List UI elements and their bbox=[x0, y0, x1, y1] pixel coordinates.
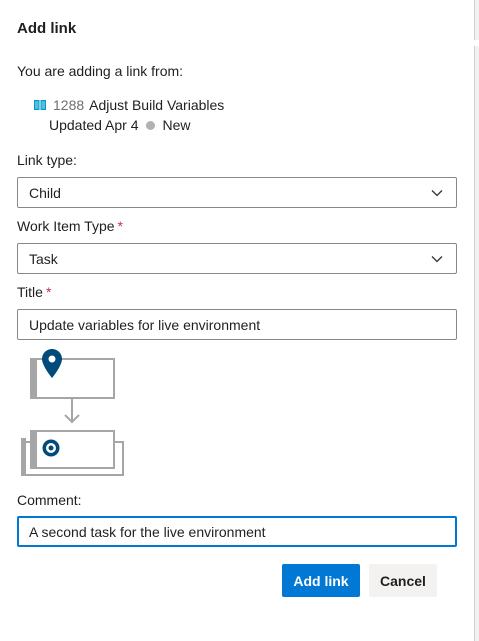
updated-date: Updated Apr 4 bbox=[49, 117, 139, 133]
comment-label: Comment: bbox=[17, 492, 82, 508]
title-input-value: Update variables for live environment bbox=[29, 316, 261, 333]
work-item-id: 1288 bbox=[53, 97, 85, 113]
source-work-item[interactable]: 1288 Adjust Build Variables bbox=[33, 97, 224, 113]
required-marker: * bbox=[45, 284, 52, 300]
link-type-value: Child bbox=[29, 184, 61, 201]
work-item-type-dropdown[interactable]: Task bbox=[17, 243, 457, 274]
add-link-button[interactable]: Add link bbox=[282, 564, 360, 597]
title-input[interactable]: Update variables for live environment bbox=[17, 309, 457, 340]
state-indicator-icon bbox=[145, 120, 155, 130]
cancel-button[interactable]: Cancel bbox=[369, 564, 437, 597]
scrollbar-track[interactable] bbox=[474, 0, 479, 641]
dialog-title: Add link bbox=[17, 20, 77, 37]
scrollbar-gap bbox=[474, 40, 479, 46]
link-type-label: Link type: bbox=[17, 152, 77, 168]
chevron-down-icon bbox=[431, 190, 443, 197]
work-item-state: New bbox=[162, 117, 191, 133]
source-work-item-meta: Updated Apr 4 New bbox=[49, 117, 191, 133]
add-link-dialog: Add link You are adding a link from: 128… bbox=[0, 0, 474, 641]
link-type-dropdown[interactable]: Child bbox=[17, 177, 457, 208]
work-item-type-label-text: Work Item Type bbox=[17, 218, 115, 234]
comment-input[interactable]: A second task for the live environment bbox=[17, 516, 457, 547]
work-item-name: Adjust Build Variables bbox=[89, 97, 225, 113]
intro-text: You are adding a link from: bbox=[17, 63, 184, 79]
work-item-type-label: Work Item Type * bbox=[17, 218, 123, 234]
required-marker: * bbox=[117, 218, 123, 234]
chevron-down-icon bbox=[431, 256, 443, 263]
comment-input-value: A second task for the live environment bbox=[29, 523, 266, 540]
parent-child-link-illustration bbox=[21, 349, 124, 476]
work-item-type-value: Task bbox=[29, 250, 58, 267]
book-icon bbox=[34, 100, 46, 110]
title-label: Title * bbox=[17, 284, 51, 300]
title-label-text: Title bbox=[17, 284, 43, 300]
